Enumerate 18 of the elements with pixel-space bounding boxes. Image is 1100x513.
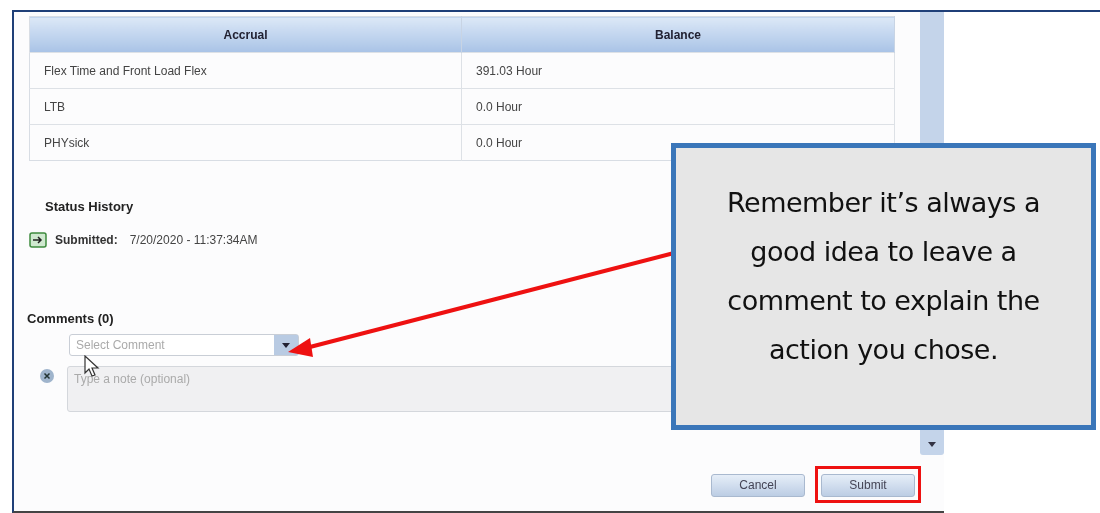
callout-text: Remember it’s always a good idea to leave a comment to explain the action you chose. — [726, 186, 1041, 367]
table-cell: 391.03 Hour — [461, 52, 895, 89]
status-label: Submitted: — [55, 231, 118, 249]
section-title: Status History — [45, 198, 134, 216]
column-header: Balance — [461, 16, 895, 53]
table-cell: PHYsick — [29, 124, 462, 161]
caret-icon — [282, 342, 290, 348]
table-cell: 0.0 Hour — [461, 88, 895, 125]
table-cell: LTB — [29, 88, 462, 125]
status-time: 7/20/2020 - 11:37:34AM — [129, 231, 258, 249]
action-button[interactable]: Cancel — [711, 473, 805, 497]
clear-icon[interactable] — [39, 368, 55, 384]
submitted-icon — [29, 231, 47, 248]
column-header: Accrual — [29, 16, 462, 53]
section-title: Comments (0) — [27, 309, 114, 328]
table-cell: Flex Time and Front Load Flex — [29, 52, 462, 89]
scroll-down-icon[interactable] — [928, 442, 936, 447]
action-button[interactable]: Submit — [821, 473, 915, 497]
